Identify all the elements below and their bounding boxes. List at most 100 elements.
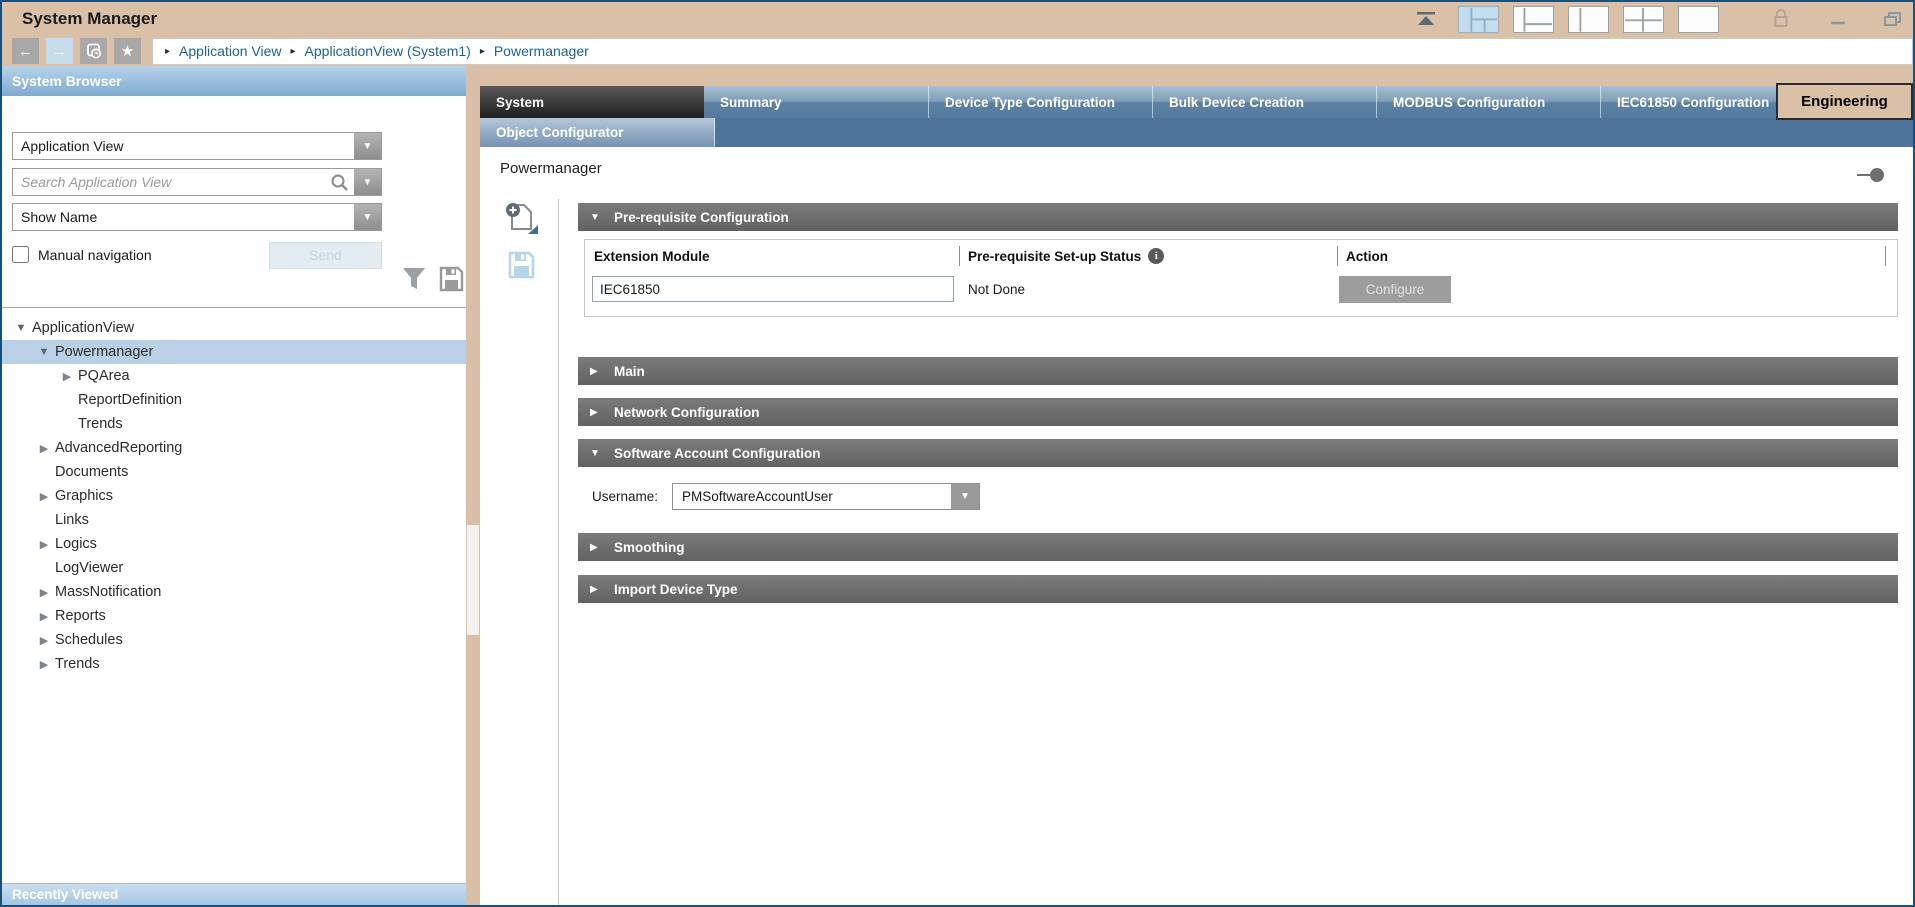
chevron-down-icon[interactable]: ▼ bbox=[354, 204, 381, 230]
save-search-icon[interactable] bbox=[439, 266, 464, 292]
splitter-scrollbar-thumb[interactable] bbox=[467, 525, 479, 635]
section-title: Software Account Configuration bbox=[614, 446, 821, 461]
section-software-account-header[interactable]: Software Account Configuration bbox=[578, 439, 1898, 467]
prerequisite-table-header: Extension Module Pre-requisite Set-up St… bbox=[585, 240, 1897, 272]
back-button[interactable]: ← bbox=[12, 38, 39, 64]
manual-navigation-checkbox[interactable] bbox=[12, 246, 29, 263]
collapse-to-top-icon[interactable] bbox=[1414, 10, 1438, 28]
tree-expander-icon[interactable] bbox=[33, 490, 55, 503]
configure-button[interactable]: Configure bbox=[1339, 276, 1451, 303]
manual-navigation-label[interactable]: Manual navigation bbox=[38, 247, 152, 263]
search-history-chevron-icon[interactable]: ▼ bbox=[354, 169, 381, 195]
tree-expander-icon[interactable] bbox=[33, 538, 55, 551]
chevron-down-icon[interactable]: ▼ bbox=[354, 133, 381, 159]
save-icon[interactable] bbox=[508, 251, 535, 279]
send-button[interactable]: Send bbox=[269, 242, 382, 269]
favorites-button[interactable]: ★ bbox=[114, 38, 141, 64]
tree-item[interactable]: ApplicationView bbox=[2, 316, 466, 340]
pin-toggle-icon[interactable] bbox=[1855, 167, 1885, 183]
history-icon[interactable] bbox=[80, 38, 107, 64]
primary-tab[interactable]: System bbox=[480, 86, 704, 118]
column-header-spacer bbox=[1885, 240, 1897, 272]
section-expander-icon[interactable] bbox=[590, 212, 614, 223]
secondary-tab[interactable]: Object Configurator bbox=[480, 118, 715, 147]
section-smoothing-header[interactable]: Smoothing bbox=[578, 533, 1898, 561]
layout-bottom-strip-button[interactable] bbox=[1513, 6, 1554, 33]
panel-splitter[interactable] bbox=[466, 66, 480, 905]
search-input[interactable] bbox=[13, 174, 330, 190]
filter-icon[interactable] bbox=[402, 266, 426, 292]
tree-expander-icon[interactable] bbox=[33, 658, 55, 671]
section-expander-icon[interactable] bbox=[590, 407, 614, 418]
minimize-button[interactable] bbox=[1829, 10, 1847, 28]
column-header-status: Pre-requisite Set-up Status i bbox=[959, 240, 1337, 272]
chevron-down-icon[interactable]: ▼ bbox=[951, 484, 979, 509]
section-network-header[interactable]: Network Configuration bbox=[578, 398, 1898, 426]
primary-tab[interactable]: MODBUS Configuration bbox=[1376, 86, 1600, 118]
breadcrumb-item[interactable]: Application View bbox=[179, 43, 281, 59]
primary-tab[interactable]: Device Type Configuration bbox=[928, 86, 1152, 118]
search-box[interactable]: ▼ bbox=[12, 168, 382, 196]
tree-expander-icon[interactable] bbox=[33, 610, 55, 623]
tree-item[interactable]: LogViewer bbox=[2, 556, 466, 580]
tree-item[interactable]: Reports bbox=[2, 604, 466, 628]
tree-expander-icon[interactable] bbox=[10, 322, 32, 334]
engineering-button[interactable]: Engineering bbox=[1776, 83, 1913, 120]
layout-left-strip-button[interactable] bbox=[1568, 6, 1609, 33]
lock-icon[interactable] bbox=[1773, 9, 1789, 29]
new-object-icon[interactable] bbox=[504, 201, 538, 235]
tree-item[interactable]: AdvancedReporting bbox=[2, 436, 466, 460]
tree-expander-icon[interactable] bbox=[33, 442, 55, 455]
tree-expander-icon[interactable] bbox=[56, 370, 78, 383]
section-expander-icon[interactable] bbox=[590, 448, 614, 459]
restore-button[interactable] bbox=[1883, 10, 1903, 28]
section-import-header[interactable]: Import Device Type bbox=[578, 575, 1898, 603]
content-panel: System Summary Device Type Configuration… bbox=[480, 66, 1913, 905]
display-mode-select[interactable]: Show Name ▼ bbox=[12, 203, 382, 231]
breadcrumb-item[interactable]: Powermanager bbox=[494, 43, 589, 59]
tree-item[interactable]: Powermanager bbox=[2, 340, 466, 364]
section-spacer bbox=[578, 317, 1898, 357]
tree-item[interactable]: Logics bbox=[2, 532, 466, 556]
tree-item[interactable]: Schedules bbox=[2, 628, 466, 652]
tree-expander-icon[interactable] bbox=[33, 586, 55, 599]
system-browser-panel: System Browser Application View ▼ ▼ bbox=[2, 66, 466, 905]
tree-expander-icon[interactable] bbox=[33, 346, 55, 358]
forward-button[interactable]: → bbox=[46, 38, 73, 64]
section-prerequisite-header[interactable]: Pre-requisite Configuration bbox=[578, 203, 1898, 231]
tree-item[interactable]: Documents bbox=[2, 460, 466, 484]
recently-viewed-header[interactable]: Recently Viewed bbox=[2, 883, 466, 905]
primary-tab[interactable]: Summary bbox=[704, 86, 928, 118]
tree-item[interactable]: Trends bbox=[2, 652, 466, 676]
prerequisite-row: Not Done Configure bbox=[585, 274, 1897, 304]
primary-tab-label: IEC61850 Configuration bbox=[1617, 95, 1769, 110]
tree-expander-icon[interactable] bbox=[33, 634, 55, 647]
toolbar-divider bbox=[558, 199, 559, 905]
view-select[interactable]: Application View ▼ bbox=[12, 132, 382, 160]
tree-item[interactable]: PQArea bbox=[2, 364, 466, 388]
tree-item-label: ReportDefinition bbox=[78, 392, 182, 408]
section-expander-icon[interactable] bbox=[590, 584, 614, 595]
layout-4pane-button[interactable] bbox=[1458, 6, 1499, 33]
tree-item[interactable]: Graphics bbox=[2, 484, 466, 508]
layout-split-grid-button[interactable] bbox=[1623, 6, 1664, 33]
system-browser-header[interactable]: System Browser bbox=[2, 66, 466, 96]
tree-item[interactable]: Trends bbox=[2, 412, 466, 436]
section-main-header[interactable]: Main bbox=[578, 357, 1898, 385]
section-expander-icon[interactable] bbox=[590, 542, 614, 553]
extension-module-input[interactable] bbox=[592, 276, 954, 302]
extension-module-cell bbox=[585, 276, 959, 302]
info-icon[interactable]: i bbox=[1148, 248, 1164, 264]
layout-single-button[interactable] bbox=[1678, 6, 1719, 33]
username-label: Username: bbox=[584, 489, 672, 504]
system-browser-body: Application View ▼ ▼ bbox=[2, 96, 466, 883]
primary-tab[interactable]: Bulk Device Creation bbox=[1152, 86, 1376, 118]
username-select[interactable]: PMSoftwareAccountUser ▼ bbox=[672, 483, 980, 510]
tab-strip-margin bbox=[480, 66, 1913, 86]
section-expander-icon[interactable] bbox=[590, 366, 614, 377]
tree-item[interactable]: MassNotification bbox=[2, 580, 466, 604]
tree-item[interactable]: Links bbox=[2, 508, 466, 532]
breadcrumb-item[interactable]: ApplicationView (System1) bbox=[305, 43, 471, 59]
breadcrumb-caret-icon: ▸ bbox=[480, 46, 485, 57]
tree-item[interactable]: ReportDefinition bbox=[2, 388, 466, 412]
